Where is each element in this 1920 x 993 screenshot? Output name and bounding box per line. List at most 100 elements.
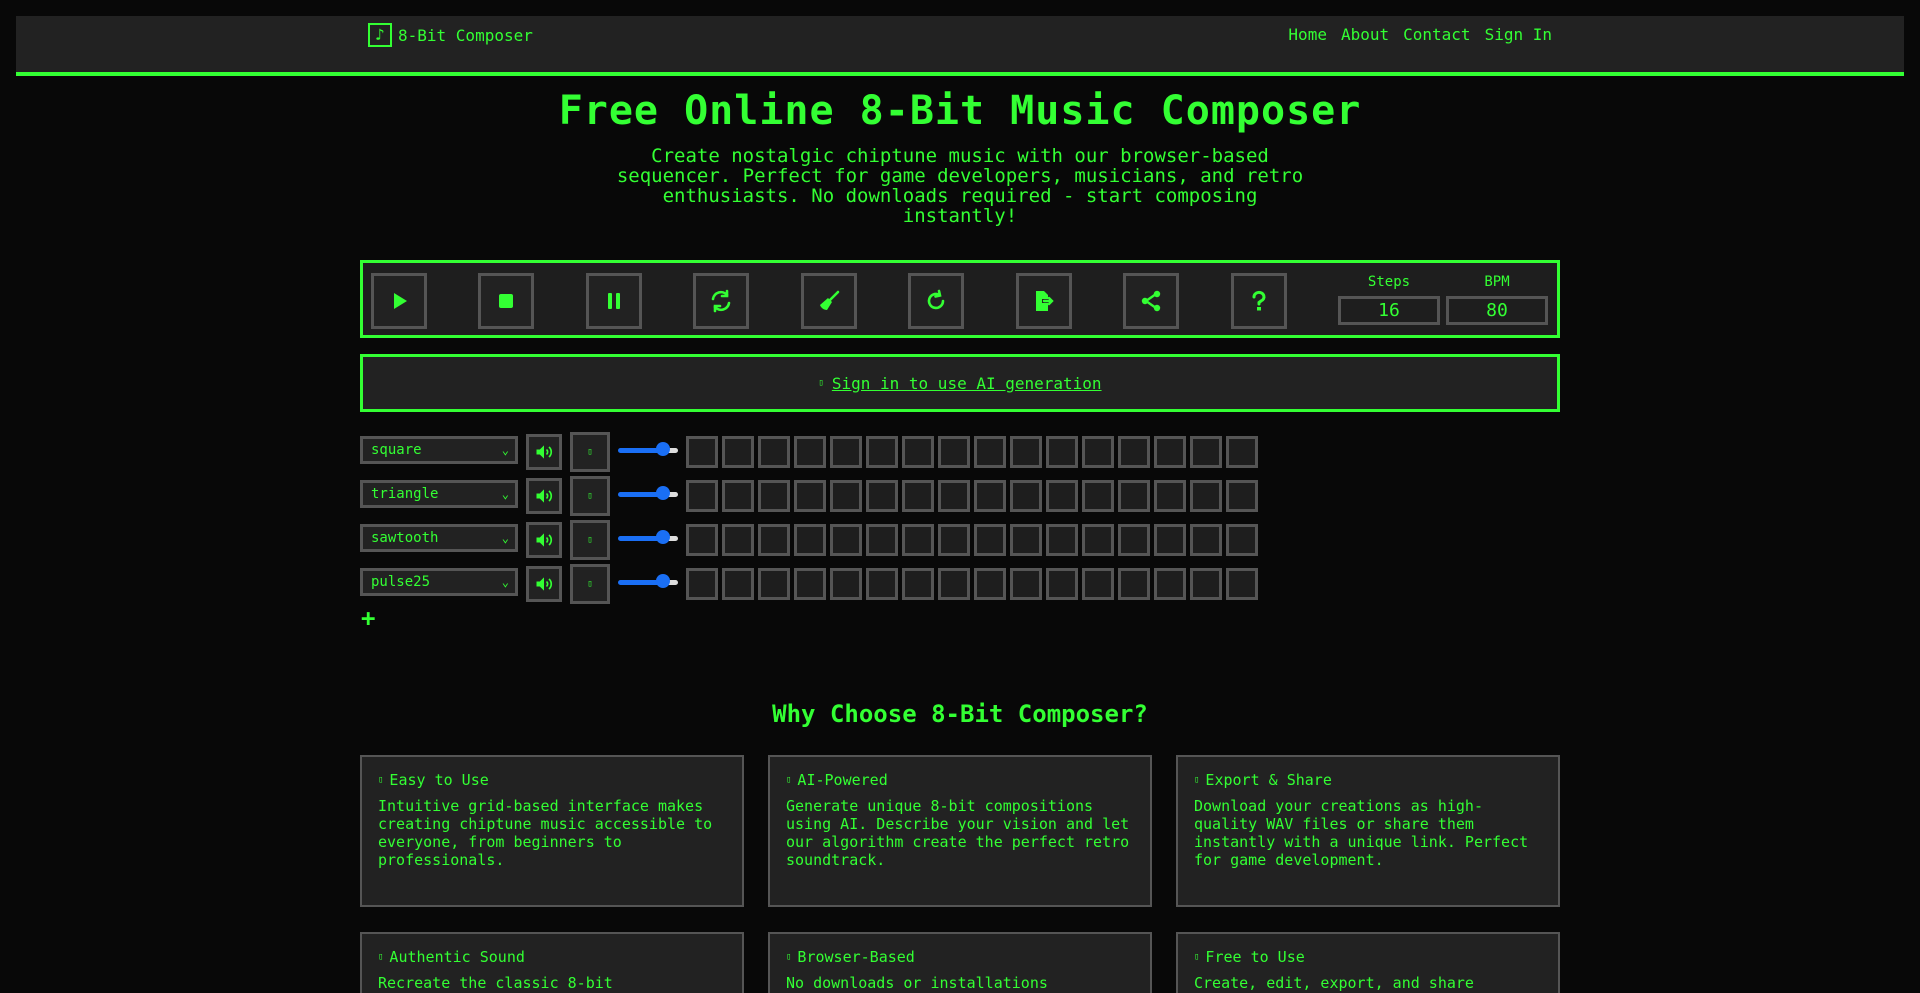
step-cell[interactable]: [758, 568, 790, 600]
step-cell[interactable]: [1046, 524, 1078, 556]
volume-slider[interactable]: [618, 530, 678, 544]
step-cell[interactable]: [866, 436, 898, 468]
step-cell[interactable]: [1226, 524, 1258, 556]
step-cell[interactable]: [758, 524, 790, 556]
step-cell[interactable]: [1010, 480, 1042, 512]
step-cell[interactable]: [722, 568, 754, 600]
step-cell[interactable]: [938, 480, 970, 512]
step-cell[interactable]: [1118, 436, 1150, 468]
mute-button[interactable]: [526, 434, 562, 470]
step-cell[interactable]: [866, 480, 898, 512]
brand[interactable]: ♪ 8-Bit Composer: [368, 23, 533, 47]
nav-contact-link[interactable]: Contact: [1403, 25, 1470, 44]
bpm-input[interactable]: 80: [1446, 296, 1548, 325]
step-cell[interactable]: [1082, 524, 1114, 556]
step-cell[interactable]: [1118, 568, 1150, 600]
step-cell[interactable]: [830, 568, 862, 600]
waveform-select[interactable]: sawtooth ⌄: [360, 524, 518, 552]
volume-thumb[interactable]: [656, 442, 670, 456]
step-cell[interactable]: [1226, 480, 1258, 512]
volume-thumb[interactable]: [656, 530, 670, 544]
step-cell[interactable]: [902, 480, 934, 512]
step-cell[interactable]: [758, 480, 790, 512]
nav-home-link[interactable]: Home: [1288, 25, 1327, 44]
export-button[interactable]: [1016, 273, 1072, 329]
step-cell[interactable]: [974, 568, 1006, 600]
step-cell[interactable]: [974, 524, 1006, 556]
loop-button[interactable]: [693, 273, 749, 329]
step-cell[interactable]: [974, 480, 1006, 512]
step-cell[interactable]: [974, 436, 1006, 468]
volume-thumb[interactable]: [656, 486, 670, 500]
stop-button[interactable]: [478, 273, 534, 329]
step-cell[interactable]: [902, 524, 934, 556]
volume-thumb[interactable]: [656, 574, 670, 588]
nav-about-link[interactable]: About: [1341, 25, 1389, 44]
step-cell[interactable]: [830, 436, 862, 468]
step-cell[interactable]: [830, 480, 862, 512]
step-cell[interactable]: [1118, 524, 1150, 556]
solo-button[interactable]: ▯: [570, 432, 610, 472]
solo-button[interactable]: ▯: [570, 476, 610, 516]
step-cell[interactable]: [1190, 480, 1222, 512]
step-cell[interactable]: [686, 524, 718, 556]
step-cell[interactable]: [1226, 568, 1258, 600]
clear-button[interactable]: [801, 273, 857, 329]
mute-button[interactable]: [526, 566, 562, 602]
pause-button[interactable]: [586, 273, 642, 329]
step-cell[interactable]: [1046, 480, 1078, 512]
help-button[interactable]: [1231, 273, 1287, 329]
waveform-select[interactable]: square ⌄: [360, 436, 518, 464]
step-cell[interactable]: [722, 436, 754, 468]
ai-signin-link[interactable]: Sign in to use AI generation: [832, 374, 1102, 393]
volume-slider[interactable]: [618, 442, 678, 456]
play-button[interactable]: [371, 273, 427, 329]
step-cell[interactable]: [794, 436, 826, 468]
share-button[interactable]: [1123, 273, 1179, 329]
step-cell[interactable]: [1190, 436, 1222, 468]
volume-slider[interactable]: [618, 486, 678, 500]
redo-button[interactable]: [908, 273, 964, 329]
waveform-select[interactable]: triangle ⌄: [360, 480, 518, 508]
step-cell[interactable]: [1154, 524, 1186, 556]
waveform-select[interactable]: pulse25 ⌄: [360, 568, 518, 596]
step-cell[interactable]: [1082, 436, 1114, 468]
nav-signin-link[interactable]: Sign In: [1485, 25, 1552, 44]
step-cell[interactable]: [1190, 568, 1222, 600]
mute-button[interactable]: [526, 478, 562, 514]
solo-button[interactable]: ▯: [570, 564, 610, 604]
step-cell[interactable]: [794, 568, 826, 600]
step-cell[interactable]: [794, 480, 826, 512]
step-cell[interactable]: [1190, 524, 1222, 556]
step-cell[interactable]: [938, 524, 970, 556]
step-cell[interactable]: [830, 524, 862, 556]
step-cell[interactable]: [866, 524, 898, 556]
step-cell[interactable]: [902, 436, 934, 468]
step-cell[interactable]: [686, 568, 718, 600]
step-cell[interactable]: [1226, 436, 1258, 468]
step-cell[interactable]: [794, 524, 826, 556]
step-cell[interactable]: [722, 480, 754, 512]
step-cell[interactable]: [1154, 480, 1186, 512]
step-cell[interactable]: [866, 568, 898, 600]
step-cell[interactable]: [722, 524, 754, 556]
step-cell[interactable]: [1046, 436, 1078, 468]
step-cell[interactable]: [1046, 568, 1078, 600]
add-track-button[interactable]: +: [361, 606, 375, 630]
steps-input[interactable]: 16: [1338, 296, 1440, 325]
step-cell[interactable]: [902, 568, 934, 600]
step-cell[interactable]: [1010, 568, 1042, 600]
step-cell[interactable]: [1154, 436, 1186, 468]
step-cell[interactable]: [1118, 480, 1150, 512]
volume-slider[interactable]: [618, 574, 678, 588]
step-cell[interactable]: [1082, 568, 1114, 600]
step-cell[interactable]: [758, 436, 790, 468]
solo-button[interactable]: ▯: [570, 520, 610, 560]
step-cell[interactable]: [686, 436, 718, 468]
step-cell[interactable]: [938, 568, 970, 600]
step-cell[interactable]: [938, 436, 970, 468]
step-cell[interactable]: [1010, 436, 1042, 468]
mute-button[interactable]: [526, 522, 562, 558]
step-cell[interactable]: [1154, 568, 1186, 600]
step-cell[interactable]: [686, 480, 718, 512]
